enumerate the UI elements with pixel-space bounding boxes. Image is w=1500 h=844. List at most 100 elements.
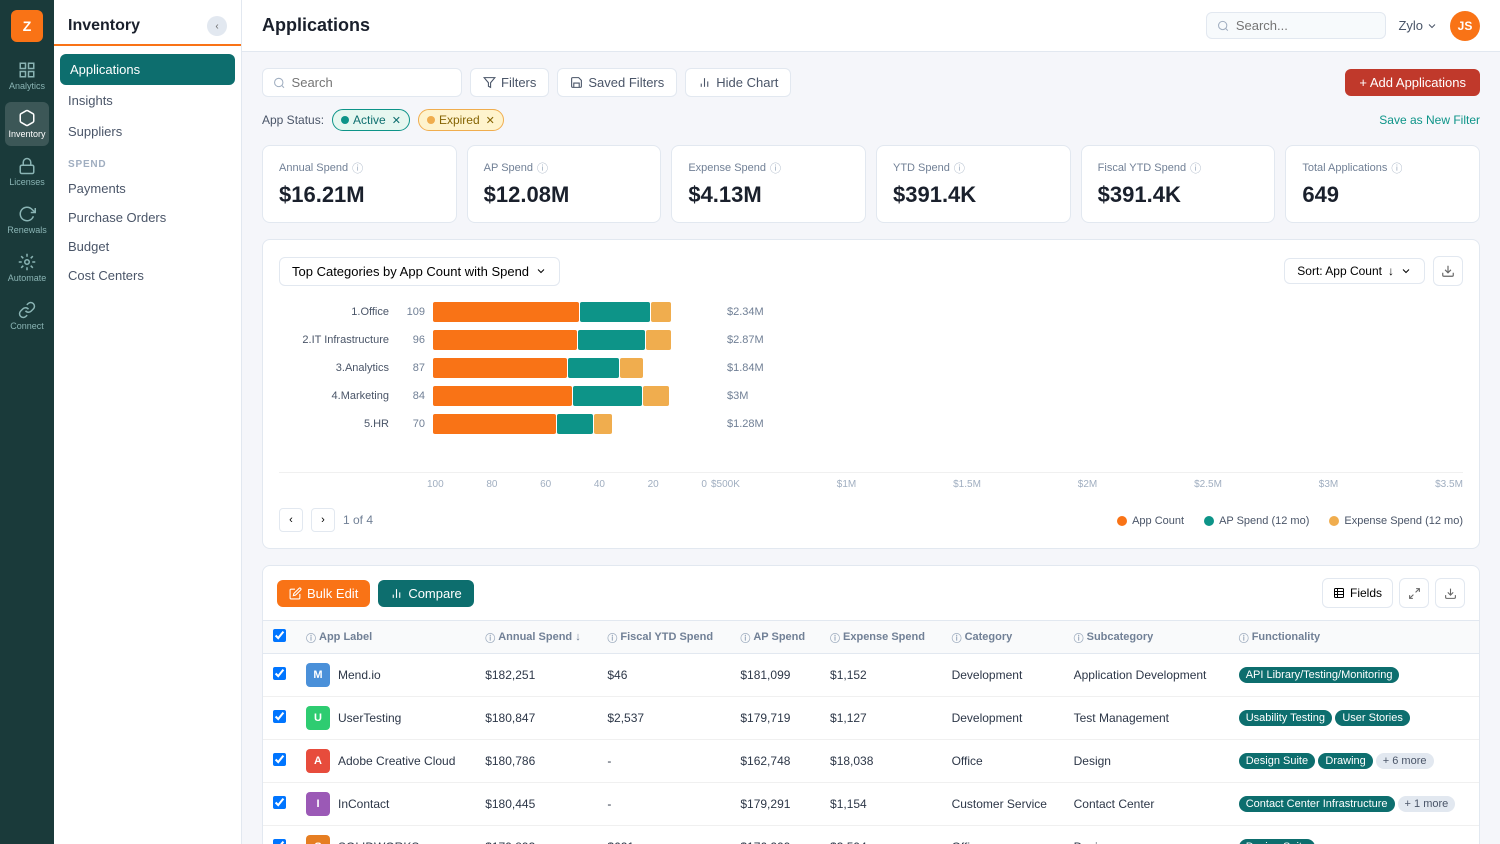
download-chart-button[interactable] xyxy=(1433,256,1463,286)
global-search[interactable] xyxy=(1206,12,1386,39)
bulk-edit-button[interactable]: Bulk Edit xyxy=(277,580,370,607)
resize-button[interactable] xyxy=(1399,578,1429,608)
status-expired-badge[interactable]: Expired ✕ xyxy=(418,109,504,131)
chart-bar-row: 3.Analytics 87 $1.84M xyxy=(279,358,1463,378)
row-checkbox[interactable] xyxy=(273,753,286,766)
app-search[interactable] xyxy=(262,68,462,97)
legend-item-ap-spend: AP Spend (12 mo) xyxy=(1204,515,1309,527)
nav-automate[interactable]: Automate xyxy=(5,246,49,290)
row-annual-spend: $179,893 xyxy=(475,826,597,844)
functionality-tag[interactable]: User Stories xyxy=(1335,710,1410,726)
kpi-card-total-applications: Total Applications ⓘ 649 xyxy=(1285,145,1480,223)
tags-more[interactable]: + 1 more xyxy=(1398,796,1456,812)
col-header-category[interactable]: ⓘ Category xyxy=(942,621,1064,654)
functionality-tag[interactable]: Design Suite xyxy=(1239,839,1315,844)
global-search-input[interactable] xyxy=(1236,18,1376,33)
axis-60: 60 xyxy=(540,479,551,490)
sidebar-item-applications[interactable]: Applications xyxy=(60,54,235,85)
chart-prev-button[interactable]: ‹ xyxy=(279,508,303,532)
row-checkbox[interactable] xyxy=(273,839,286,844)
functionality-tag[interactable]: API Library/Testing/Monitoring xyxy=(1239,667,1400,683)
add-applications-button[interactable]: + Add Applications xyxy=(1345,69,1480,96)
bar-ap-spend xyxy=(568,358,619,378)
bar-track xyxy=(433,386,713,406)
row-category: Development xyxy=(942,697,1064,740)
sidebar-item-purchase-orders[interactable]: Purchase Orders xyxy=(54,203,241,232)
app-search-input[interactable] xyxy=(292,75,451,90)
content-area: Filters Saved Filters Hide Chart + Add A… xyxy=(242,52,1500,844)
nav-inventory[interactable]: Inventory xyxy=(5,102,49,146)
sidebar-item-suppliers[interactable]: Suppliers xyxy=(54,116,241,147)
row-checkbox[interactable] xyxy=(273,710,286,723)
functionality-tag[interactable]: Contact Center Infrastructure xyxy=(1239,796,1395,812)
functionality-tag[interactable]: Usability Testing xyxy=(1239,710,1332,726)
saved-filters-label: Saved Filters xyxy=(588,75,664,90)
sidebar-nav: Applications Insights Suppliers SPEND Pa… xyxy=(54,46,241,298)
bar-expense-spend xyxy=(646,330,672,350)
sidebar: Inventory ‹ Applications Insights Suppli… xyxy=(54,0,242,844)
expired-remove-icon[interactable]: ✕ xyxy=(486,114,495,127)
row-app-name[interactable]: A Adobe Creative Cloud xyxy=(296,740,475,783)
row-app-name[interactable]: S SOLIDWORKS xyxy=(296,826,475,844)
save-as-new-filter-link[interactable]: Save as New Filter xyxy=(1379,113,1480,127)
sidebar-item-insights[interactable]: Insights xyxy=(54,85,241,116)
saved-filters-button[interactable]: Saved Filters xyxy=(557,68,677,97)
sidebar-item-payments[interactable]: Payments xyxy=(54,174,241,203)
sort-button[interactable]: Sort: App Count ↓ xyxy=(1284,258,1425,284)
legend-dot xyxy=(1204,516,1214,526)
filter-bar: Filters Saved Filters Hide Chart + Add A… xyxy=(262,68,1480,97)
row-ap-spend: $179,291 xyxy=(730,783,820,826)
functionality-tag[interactable]: Design Suite xyxy=(1239,753,1315,769)
chart-icon xyxy=(698,76,711,89)
user-menu[interactable]: Zylo xyxy=(1398,18,1438,33)
tags-more[interactable]: + 6 more xyxy=(1376,753,1434,769)
bar-app-count xyxy=(433,330,577,350)
sidebar-item-cost-centers[interactable]: Cost Centers xyxy=(54,261,241,290)
kpi-label: Annual Spend ⓘ xyxy=(279,160,440,176)
nav-renewals[interactable]: Renewals xyxy=(5,198,49,242)
nav-analytics[interactable]: Analytics xyxy=(5,54,49,98)
download-table-button[interactable] xyxy=(1435,578,1465,608)
row-checkbox[interactable] xyxy=(273,796,286,809)
row-category: Development xyxy=(942,654,1064,697)
row-annual-spend: $180,786 xyxy=(475,740,597,783)
filters-button[interactable]: Filters xyxy=(470,68,549,97)
row-subcategory: Contact Center xyxy=(1064,783,1229,826)
row-app-name[interactable]: U UserTesting xyxy=(296,697,475,740)
kpi-card-expense-spend: Expense Spend ⓘ $4.13M xyxy=(671,145,866,223)
col-header-app-label[interactable]: ⓘ App Label xyxy=(296,621,475,654)
bar-spend-value: $3M xyxy=(727,390,748,402)
col-header-annual-spend[interactable]: ⓘ Annual Spend ↓ xyxy=(475,621,597,654)
fields-button[interactable]: Fields xyxy=(1322,578,1393,608)
select-all-checkbox[interactable] xyxy=(273,629,286,642)
chart-bar-row: 4.Marketing 84 $3M xyxy=(279,386,1463,406)
chevron-down-icon xyxy=(535,265,547,277)
nav-licenses[interactable]: Licenses xyxy=(5,150,49,194)
sidebar-item-budget[interactable]: Budget xyxy=(54,232,241,261)
hide-chart-label: Hide Chart xyxy=(716,75,778,90)
status-active-badge[interactable]: Active ✕ xyxy=(332,109,410,131)
bar-category-label: 2.IT Infrastructure xyxy=(279,334,389,346)
sidebar-collapse-button[interactable]: ‹ xyxy=(207,16,227,36)
row-app-name[interactable]: I InContact xyxy=(296,783,475,826)
col-header-fiscal-ytd-spend[interactable]: ⓘ Fiscal YTD Spend xyxy=(597,621,730,654)
row-checkbox[interactable] xyxy=(273,667,286,680)
table-row: M Mend.io $182,251$46$181,099$1,152Devel… xyxy=(263,654,1479,697)
chart-category-dropdown[interactable]: Top Categories by App Count with Spend xyxy=(279,257,560,286)
col-header-functionality[interactable]: ⓘ Functionality xyxy=(1229,621,1479,654)
chart-bar-row: 1.Office 109 $2.34M xyxy=(279,302,1463,322)
functionality-tag[interactable]: Drawing xyxy=(1318,753,1372,769)
col-header-expense-spend[interactable]: ⓘ Expense Spend xyxy=(820,621,942,654)
compare-button[interactable]: Compare xyxy=(378,580,473,607)
row-app-name[interactable]: M Mend.io xyxy=(296,654,475,697)
kpi-label: YTD Spend ⓘ xyxy=(893,160,1054,176)
nav-connect[interactable]: Connect xyxy=(5,294,49,338)
row-annual-spend: $180,847 xyxy=(475,697,597,740)
chart-next-button[interactable]: › xyxy=(311,508,335,532)
bar-ap-spend xyxy=(578,330,645,350)
active-remove-icon[interactable]: ✕ xyxy=(392,114,401,127)
info-icon: ⓘ xyxy=(770,160,781,176)
col-header-subcategory[interactable]: ⓘ Subcategory xyxy=(1064,621,1229,654)
col-header-ap-spend[interactable]: ⓘ AP Spend xyxy=(730,621,820,654)
hide-chart-button[interactable]: Hide Chart xyxy=(685,68,791,97)
